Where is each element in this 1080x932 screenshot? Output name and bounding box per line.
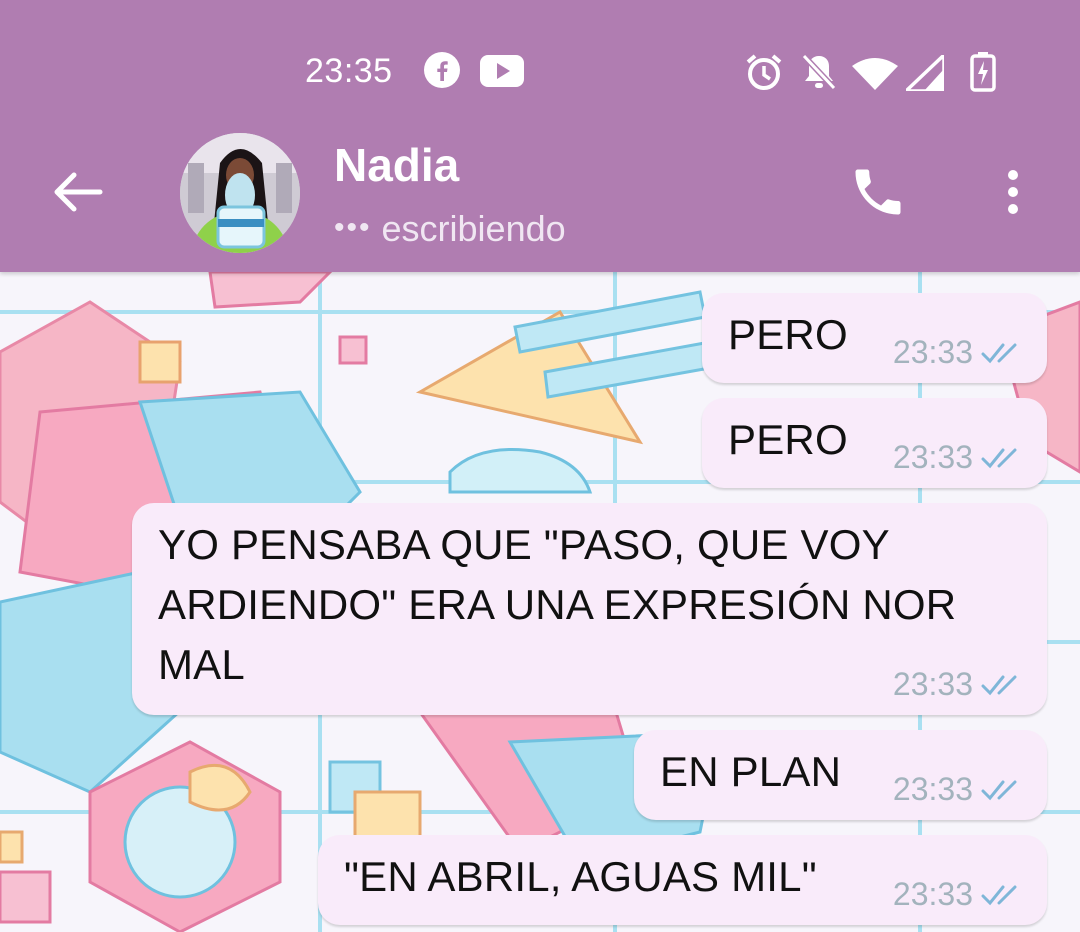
message-text: "EN ABRIL, AGUAS MIL": [344, 853, 817, 900]
message-meta: 23:33: [893, 439, 1027, 476]
bell-off-icon: [800, 52, 838, 92]
message-time: 23:33: [892, 876, 973, 912]
message-time: 23:33: [892, 334, 973, 370]
wifi-icon: [852, 56, 898, 90]
read-ticks-icon: [981, 448, 1017, 468]
message-text-line: YO PENSABA QUE "PASO, QUE VOY: [158, 521, 890, 568]
outgoing-message[interactable]: YO PENSABA QUE "PASO, QUE VOY ARDIENDO" …: [132, 503, 1047, 715]
message-text: EN PLAN: [660, 748, 842, 795]
typing-status-text: escribiendo: [381, 208, 566, 249]
more-vert-icon[interactable]: [995, 162, 1031, 222]
facebook-icon: [424, 52, 460, 88]
typing-dots: •••: [334, 211, 372, 244]
back-arrow-icon[interactable]: [48, 162, 108, 222]
message-time: 23:33: [892, 666, 973, 702]
message-time: 23:33: [892, 771, 973, 807]
chat-header: 23:35 Nadia ••• escribiendo: [0, 0, 1080, 272]
contact-avatar[interactable]: [180, 133, 300, 253]
read-ticks-icon: [981, 343, 1017, 363]
alarm-icon: [744, 52, 784, 92]
status-bar-time: 23:35: [305, 52, 393, 90]
message-meta: 23:33: [893, 334, 1027, 371]
message-text: PERO: [728, 416, 848, 463]
message-text-line: MAL: [158, 641, 245, 688]
message-meta: 23:33: [893, 876, 1027, 913]
battery-charging-icon: [970, 52, 996, 92]
outgoing-message[interactable]: "EN ABRIL, AGUAS MIL" 23:33: [318, 835, 1047, 925]
outgoing-message[interactable]: PERO 23:33: [702, 293, 1047, 383]
read-ticks-icon: [981, 675, 1017, 695]
outgoing-message[interactable]: EN PLAN 23:33: [634, 730, 1047, 820]
read-ticks-icon: [981, 885, 1017, 905]
message-text: PERO: [728, 311, 848, 358]
typing-status: ••• escribiendo: [334, 208, 566, 250]
message-meta: 23:33: [893, 666, 1027, 703]
message-text-line: ARDIENDO" ERA UNA EXPRESIÓN NOR: [158, 581, 957, 628]
message-time: 23:33: [892, 439, 973, 475]
youtube-icon: [480, 55, 524, 87]
outgoing-message[interactable]: PERO 23:33: [702, 398, 1047, 488]
contact-name[interactable]: Nadia: [334, 138, 459, 192]
read-ticks-icon: [981, 780, 1017, 800]
signal-icon: [906, 55, 944, 91]
message-meta: 23:33: [893, 771, 1027, 808]
phone-icon[interactable]: [848, 162, 908, 222]
